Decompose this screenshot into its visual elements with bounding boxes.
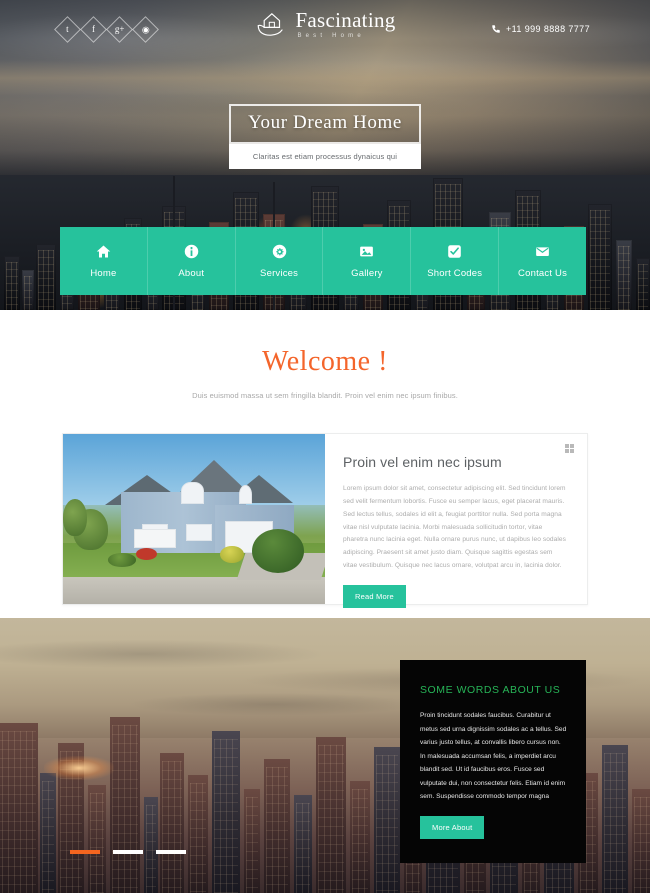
dribbble-icon: ◉ [141,23,150,34]
nav-label-gallery: Gallery [351,267,383,279]
social-link-dribbble[interactable]: ◉ [132,15,159,43]
social-link-googleplus[interactable]: g+ [106,15,133,43]
check-square-icon [448,244,462,258]
nav-label-contact-us: Contact Us [518,267,568,279]
feature-card: Proin vel enim nec ipsum Lorem ipsum dol… [62,433,588,608]
read-more-button[interactable]: Read More [343,584,406,608]
slider-dot-1[interactable] [70,850,100,854]
envelope-icon [536,246,549,256]
facebook-icon: f [92,23,95,34]
home-icon [96,245,111,257]
hero-caption: Your Dream Home Claritas est etiam proce… [229,104,421,169]
google-plus-icon: g+ [114,23,125,34]
grid-icon[interactable] [565,444,574,453]
main-navigation: Home About Services Gallery Short Codes … [60,227,586,295]
more-about-button[interactable]: More About [420,815,485,839]
nav-label-about: About [178,267,205,279]
nav-item-services[interactable]: Services [236,227,324,295]
feature-card-body: Proin vel enim nec ipsum Lorem ipsum dol… [325,434,587,608]
social-link-twitter[interactable]: t [54,15,81,43]
phone-number-text: +11 999 8888 7777 [506,24,590,34]
twitter-icon: t [66,23,69,34]
image-icon [360,246,374,256]
nav-label-services: Services [260,267,299,279]
nav-item-gallery[interactable]: Gallery [323,227,412,295]
social-link-facebook[interactable]: f [80,15,107,43]
welcome-subtext: Duis euismod massa ut sem fringilla blan… [192,391,458,400]
nav-item-contact-us[interactable]: Contact Us [499,227,586,295]
house-in-hand-icon [258,13,284,36]
brand-name: Fascinating [295,7,396,32]
social-links: t f g+ ◉ [54,15,159,43]
nav-label-home: Home [90,267,117,279]
hero-sky-band [0,60,650,96]
nav-item-short-codes[interactable]: Short Codes [411,227,500,295]
hero-title: Your Dream Home [229,104,421,144]
nav-item-about[interactable]: About [148,227,236,295]
slider-dot-3[interactable] [156,850,186,854]
about-band-section: SOME WORDS ABOUT US Proin tincidunt soda… [0,618,650,893]
welcome-section: Welcome ! Duis euismod massa ut sem frin… [0,310,650,400]
hero-section: t f g+ ◉ Fascinating Best Home +11 999 8… [0,0,650,310]
brand-tagline: Best Home [297,33,365,40]
feature-card-text: Lorem ipsum dolor sit amet, consectetur … [343,485,566,570]
feature-card-title: Proin vel enim nec ipsum [343,454,502,470]
nav-label-short-codes: Short Codes [427,267,483,279]
slider-pagination [70,850,186,854]
welcome-heading: Welcome ! [262,346,388,377]
about-panel: SOME WORDS ABOUT US Proin tincidunt soda… [400,660,586,863]
phone-icon [492,25,500,33]
slider-dot-2[interactable] [113,850,143,854]
hero-subtitle: Claritas est etiam processus dynaicus qu… [229,144,421,169]
site-header: t f g+ ◉ Fascinating Best Home +11 999 8… [0,0,650,58]
gear-icon [272,244,286,258]
about-title: SOME WORDS ABOUT US [420,684,561,696]
about-text: Proin tincidunt sodales faucibus. Curabi… [420,712,567,801]
info-icon [184,244,198,258]
feature-card-image [63,434,325,604]
nav-item-home[interactable]: Home [60,227,148,295]
phone-number[interactable]: +11 999 8888 7777 [491,24,590,34]
city-light-flare [44,756,114,780]
